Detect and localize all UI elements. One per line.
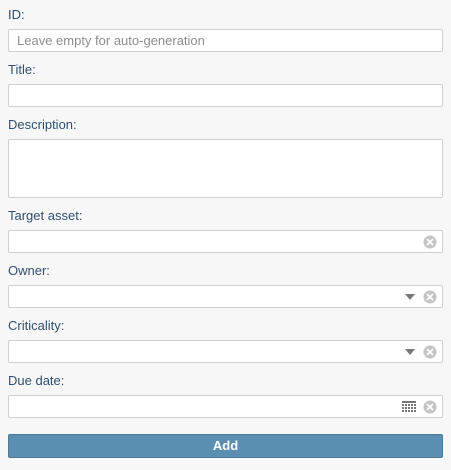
owner-label: Owner: <box>8 263 50 278</box>
clear-icon[interactable] <box>423 400 437 414</box>
title-input[interactable] <box>9 85 442 106</box>
add-button[interactable]: Add <box>8 434 443 458</box>
clear-icon[interactable] <box>423 345 437 359</box>
criticality-value[interactable] <box>9 341 442 362</box>
description-field-wrapper <box>8 139 443 198</box>
due-date-field[interactable] <box>8 395 443 418</box>
owner-value[interactable] <box>9 286 442 307</box>
calendar-icon[interactable] <box>402 400 416 413</box>
title-field-wrapper <box>8 84 443 107</box>
due-date-input[interactable] <box>9 396 442 417</box>
chevron-down-icon[interactable] <box>405 348 415 355</box>
target-asset-input[interactable] <box>9 231 442 252</box>
criticality-label: Criticality: <box>8 318 65 333</box>
id-field-wrapper <box>8 29 443 52</box>
target-asset-label: Target asset: <box>8 208 83 223</box>
id-label: ID: <box>8 7 25 22</box>
clear-icon[interactable] <box>423 290 437 304</box>
id-input[interactable] <box>9 30 442 51</box>
title-label: Title: <box>8 62 36 77</box>
description-label: Description: <box>8 117 77 132</box>
target-asset-field[interactable] <box>8 230 443 253</box>
due-date-label: Due date: <box>8 373 65 388</box>
chevron-down-icon[interactable] <box>405 293 415 300</box>
clear-icon[interactable] <box>423 235 437 249</box>
description-textarea[interactable] <box>9 140 442 197</box>
criticality-select[interactable] <box>8 340 443 363</box>
add-item-form: ID: Title: Description: Target asset: Ow… <box>0 0 451 470</box>
owner-select[interactable] <box>8 285 443 308</box>
